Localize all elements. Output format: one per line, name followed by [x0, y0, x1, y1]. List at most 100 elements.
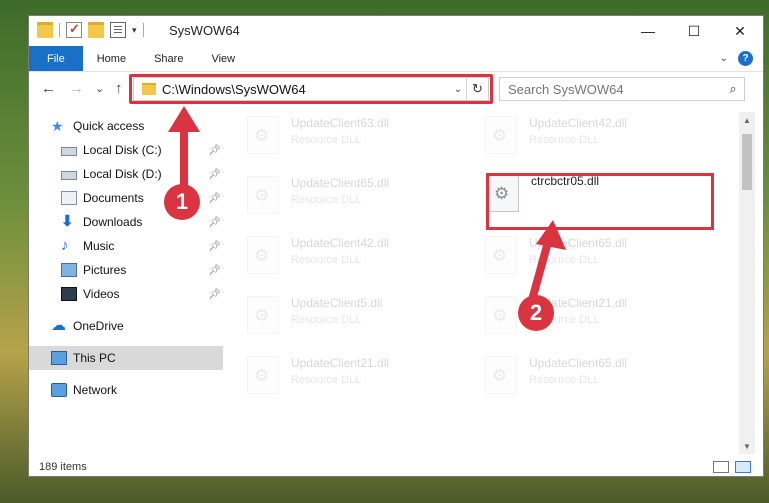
- file-item[interactable]: ⚙ UpdateClient5.dll Resource DLL: [247, 296, 467, 346]
- tab-share[interactable]: Share: [140, 46, 197, 71]
- gear-icon: ⚙: [254, 126, 270, 145]
- file-type: Resource DLL: [529, 134, 600, 146]
- pin-icon[interactable]: 📌︎: [208, 145, 221, 156]
- file-type: Resource DLL: [529, 374, 600, 386]
- sidebar-item-onedrive[interactable]: ☁ OneDrive: [29, 314, 223, 338]
- dll-file-icon: ⚙: [247, 356, 279, 394]
- close-button[interactable]: ✕: [717, 16, 763, 46]
- sidebar-item-quick-access[interactable]: ★ Quick access: [29, 114, 223, 138]
- up-button[interactable]: ↑: [115, 80, 123, 97]
- gear-icon: ⚙: [254, 306, 270, 325]
- file-item[interactable]: ⚙ UpdateClient42.dll Resource DLL: [247, 236, 467, 286]
- gear-icon: ⚙: [254, 186, 270, 205]
- sidebar-item-this-pc[interactable]: This PC: [29, 346, 223, 370]
- gear-icon: ⚙: [254, 246, 270, 265]
- videos-icon: [61, 287, 77, 301]
- item-count: 189 items: [39, 461, 87, 473]
- sidebar-item-music[interactable]: ♪ Music 📌︎: [29, 234, 223, 258]
- folder-icon: [37, 22, 53, 38]
- status-bar: 189 items: [29, 456, 763, 476]
- tab-file[interactable]: File: [29, 46, 83, 71]
- recent-locations-button[interactable]: ⌄: [95, 82, 104, 95]
- network-icon: [51, 383, 67, 397]
- dll-file-icon: ⚙: [247, 176, 279, 214]
- download-icon: ⬇: [61, 213, 74, 230]
- dll-file-icon: ⚙: [485, 116, 517, 154]
- sidebar-item-label: Quick access: [73, 119, 145, 133]
- pin-icon[interactable]: 📌︎: [208, 217, 221, 228]
- file-item[interactable]: ⚙ UpdateClient21.dll Resource DLL: [247, 356, 467, 406]
- file-name: UpdateClient63.dll: [291, 116, 390, 130]
- gear-icon: ⚙: [492, 306, 508, 325]
- sidebar-item-label: Local Disk (D:): [83, 167, 162, 181]
- sidebar-item-local-disk-c[interactable]: Local Disk (C:) 📌︎: [29, 138, 223, 162]
- dll-file-icon: ⚙: [485, 356, 517, 394]
- file-item[interactable]: ⚙ UpdateClient42.dll Resource DLL: [485, 116, 705, 166]
- file-type: Resource DLL: [529, 254, 600, 266]
- gear-icon: ⚙: [492, 246, 508, 265]
- dll-file-icon: ⚙: [247, 236, 279, 274]
- details-view-icon[interactable]: [713, 461, 729, 473]
- dll-file-icon: ⚙: [485, 236, 517, 274]
- back-button[interactable]: ←: [41, 80, 56, 97]
- scroll-up-icon[interactable]: ▲: [739, 112, 755, 128]
- explorer-window: ▾ SysWOW64 — ☐ ✕ File Home Share View ⌄ …: [28, 15, 764, 477]
- gear-icon: ⚙: [254, 366, 270, 385]
- drive-icon: [61, 146, 77, 156]
- sidebar-item-label: Documents: [83, 191, 144, 205]
- sidebar-item-network[interactable]: Network: [29, 378, 223, 402]
- pin-icon[interactable]: 📌︎: [208, 169, 221, 180]
- documents-icon: [61, 191, 77, 205]
- forward-button[interactable]: →: [69, 80, 84, 97]
- search-icon[interactable]: ⌕: [722, 81, 744, 97]
- sidebar-item-local-disk-d[interactable]: Local Disk (D:) 📌︎: [29, 162, 223, 186]
- computer-icon: [51, 351, 67, 365]
- file-item[interactable]: ⚙ UpdateClient65.dll Resource DLL: [485, 356, 705, 406]
- sidebar-item-label: Network: [73, 383, 118, 397]
- pictures-icon: [61, 263, 77, 277]
- file-item[interactable]: ⚙ UpdateClient65.dll Resource DLL: [247, 176, 467, 226]
- scroll-down-icon[interactable]: ▼: [739, 438, 755, 454]
- vertical-scrollbar[interactable]: ▲ ▼: [739, 112, 755, 454]
- ribbon-tabs: File Home Share View ⌄ ?: [29, 46, 763, 72]
- dll-file-icon: ⚙: [485, 296, 517, 334]
- pin-icon[interactable]: 📌︎: [208, 193, 221, 204]
- expand-ribbon-icon[interactable]: ⌄: [720, 53, 728, 64]
- file-item[interactable]: ⚙ UpdateClient21.dll Resource DLL: [485, 296, 705, 346]
- file-type: Resource DLL: [291, 374, 362, 386]
- search-input[interactable]: [508, 81, 722, 97]
- new-folder-icon[interactable]: [88, 22, 104, 38]
- customize-icon[interactable]: [110, 22, 126, 38]
- file-item[interactable]: ⚙ UpdateClient65.dll Resource DLL: [485, 236, 705, 286]
- tab-home[interactable]: Home: [83, 46, 140, 71]
- minimize-button[interactable]: —: [625, 16, 671, 46]
- gear-icon: ⚙: [492, 126, 508, 145]
- file-type: Resource DLL: [291, 194, 362, 206]
- tab-view[interactable]: View: [197, 46, 249, 71]
- sidebar-item-pictures[interactable]: Pictures 📌︎: [29, 258, 223, 282]
- file-name: UpdateClient65.dll: [291, 176, 390, 190]
- file-type: Resource DLL: [291, 314, 362, 326]
- file-name: UpdateClient5.dll: [291, 296, 383, 310]
- pin-icon[interactable]: 📌︎: [208, 289, 221, 300]
- file-name: UpdateClient65.dll: [529, 236, 628, 250]
- file-type: Resource DLL: [291, 254, 362, 266]
- navigation-pane: ★ Quick access Local Disk (C:) 📌︎ Local …: [29, 112, 223, 452]
- file-item[interactable]: ⚙ UpdateClient63.dll Resource DLL: [247, 116, 467, 166]
- large-icons-view-icon[interactable]: [735, 461, 751, 473]
- drive-icon: [61, 170, 77, 180]
- title-bar: ▾ SysWOW64 — ☐ ✕: [29, 16, 763, 46]
- scroll-thumb[interactable]: [742, 134, 752, 190]
- search-box[interactable]: ⌕: [499, 77, 745, 101]
- customize-dropdown-icon[interactable]: ▾: [132, 25, 137, 36]
- gear-icon: ⚙: [492, 366, 508, 385]
- sidebar-item-videos[interactable]: Videos 📌︎: [29, 282, 223, 306]
- help-icon[interactable]: ?: [738, 51, 753, 66]
- file-list: ⚙ UpdateClient63.dll Resource DLL ⚙ Updat…: [223, 112, 739, 456]
- pin-icon[interactable]: 📌︎: [208, 241, 221, 252]
- maximize-button[interactable]: ☐: [671, 16, 717, 46]
- properties-check-icon[interactable]: [66, 21, 82, 38]
- file-highlight-box: [486, 173, 714, 230]
- pin-icon[interactable]: 📌︎: [208, 265, 221, 276]
- window-controls: — ☐ ✕: [625, 16, 763, 46]
